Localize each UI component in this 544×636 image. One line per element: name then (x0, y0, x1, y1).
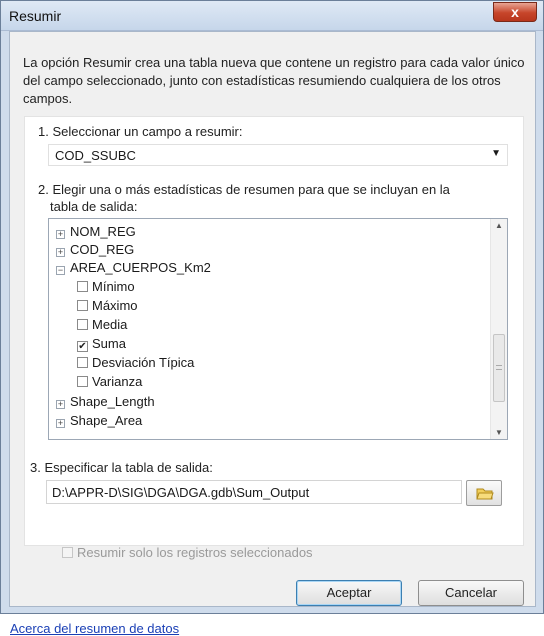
field-dropdown-value: COD_SSUBC (55, 148, 136, 163)
stat-checkbox[interactable] (77, 357, 88, 368)
selected-records-label: Resumir solo los registros seleccionados (77, 545, 313, 560)
stat-varianza[interactable]: Varianza (77, 373, 142, 391)
stat-label: Varianza (92, 374, 143, 389)
stat-checkbox[interactable] (77, 319, 88, 330)
step1-label: 1. Seleccionar un campo a resumir: (38, 124, 243, 139)
stat-label: Media (92, 317, 128, 332)
statistics-tree[interactable]: + NOM_REG + COD_REG − AREA_CUERPOS_Km2 Míni… (48, 218, 508, 440)
description-text: La opción Resumir crea una tabla nueva q… (23, 55, 525, 106)
chevron-down-icon[interactable]: ▼ (491, 148, 501, 159)
stat-label: Máximo (92, 298, 138, 313)
stat-label: Mínimo (92, 279, 135, 294)
selected-records-checkbox[interactable] (62, 547, 73, 558)
stat-suma[interactable]: ✔ Suma (77, 335, 126, 353)
scroll-up-icon[interactable]: ▲ (495, 221, 503, 230)
stat-checkbox[interactable]: ✔ (77, 341, 88, 352)
dialog-window: Resumir x La opción Resumir crea una tab… (0, 0, 544, 636)
folder-icon (476, 488, 494, 500)
field-dropdown[interactable]: COD_SSUBC ▼ (48, 144, 508, 166)
tree-item-shape-length[interactable]: + Shape_Length (56, 393, 155, 411)
title-bar[interactable]: Resumir x (1, 1, 543, 31)
tree-item-label: COD_REG (70, 242, 135, 257)
tree-scrollbar[interactable]: ▲ ▼ (490, 219, 507, 439)
output-table-field[interactable]: D:\APPR-D\SIG\DGA\DGA.gdb\Sum_Output (46, 480, 462, 504)
step3-label: 3. Especificar la tabla de salida: (30, 460, 213, 475)
stat-label: Suma (92, 336, 126, 351)
close-button[interactable]: x (493, 2, 537, 22)
tree-item-label: AREA_CUERPOS_Km2 (70, 260, 211, 275)
step2-label-line1: 2. Elegir una o más estadísticas de resu… (38, 182, 450, 197)
tree-item-shape-area[interactable]: + Shape_Area (56, 412, 142, 430)
grip-icon (496, 365, 502, 370)
stat-maximo[interactable]: Máximo (77, 297, 138, 315)
dialog-body: La opción Resumir crea una tabla nueva q… (9, 31, 536, 636)
selected-records-option[interactable]: Resumir solo los registros seleccionados (62, 544, 313, 562)
step2-label-line2: tabla de salida: (50, 199, 138, 214)
stat-checkbox[interactable] (77, 281, 88, 292)
scroll-down-icon[interactable]: ▼ (495, 428, 503, 437)
expand-icon[interactable]: + (56, 419, 65, 428)
stat-media[interactable]: Media (77, 316, 127, 334)
help-link[interactable]: Acerca del resumen de datos (10, 621, 179, 636)
stat-checkbox[interactable] (77, 376, 88, 387)
expand-icon[interactable]: + (56, 230, 65, 239)
window-title: Resumir (9, 8, 62, 24)
expand-icon[interactable]: + (56, 248, 65, 257)
close-icon: x (511, 4, 519, 20)
tree-item-label: Shape_Length (70, 394, 155, 409)
output-table-value: D:\APPR-D\SIG\DGA\DGA.gdb\Sum_Output (52, 485, 310, 500)
browse-folder-button[interactable] (466, 480, 502, 506)
tree-item-cod-reg[interactable]: + COD_REG (56, 241, 134, 259)
tree-item-label: Shape_Area (70, 413, 143, 428)
stat-label: Desviación Típica (92, 355, 195, 370)
cancel-button[interactable]: Cancelar (418, 580, 524, 606)
tree-item-nom-reg[interactable]: + NOM_REG (56, 223, 136, 241)
stat-minimo[interactable]: Mínimo (77, 278, 135, 296)
scrollbar-thumb[interactable] (493, 334, 505, 402)
tree-item-area-cuerpos[interactable]: − AREA_CUERPOS_Km2 (56, 259, 211, 277)
collapse-icon[interactable]: − (56, 266, 65, 275)
expand-icon[interactable]: + (56, 400, 65, 409)
tree-item-label: NOM_REG (70, 224, 136, 239)
stat-checkbox[interactable] (77, 300, 88, 311)
stat-desviacion[interactable]: Desviación Típica (77, 354, 194, 372)
ok-button[interactable]: Aceptar (296, 580, 402, 606)
